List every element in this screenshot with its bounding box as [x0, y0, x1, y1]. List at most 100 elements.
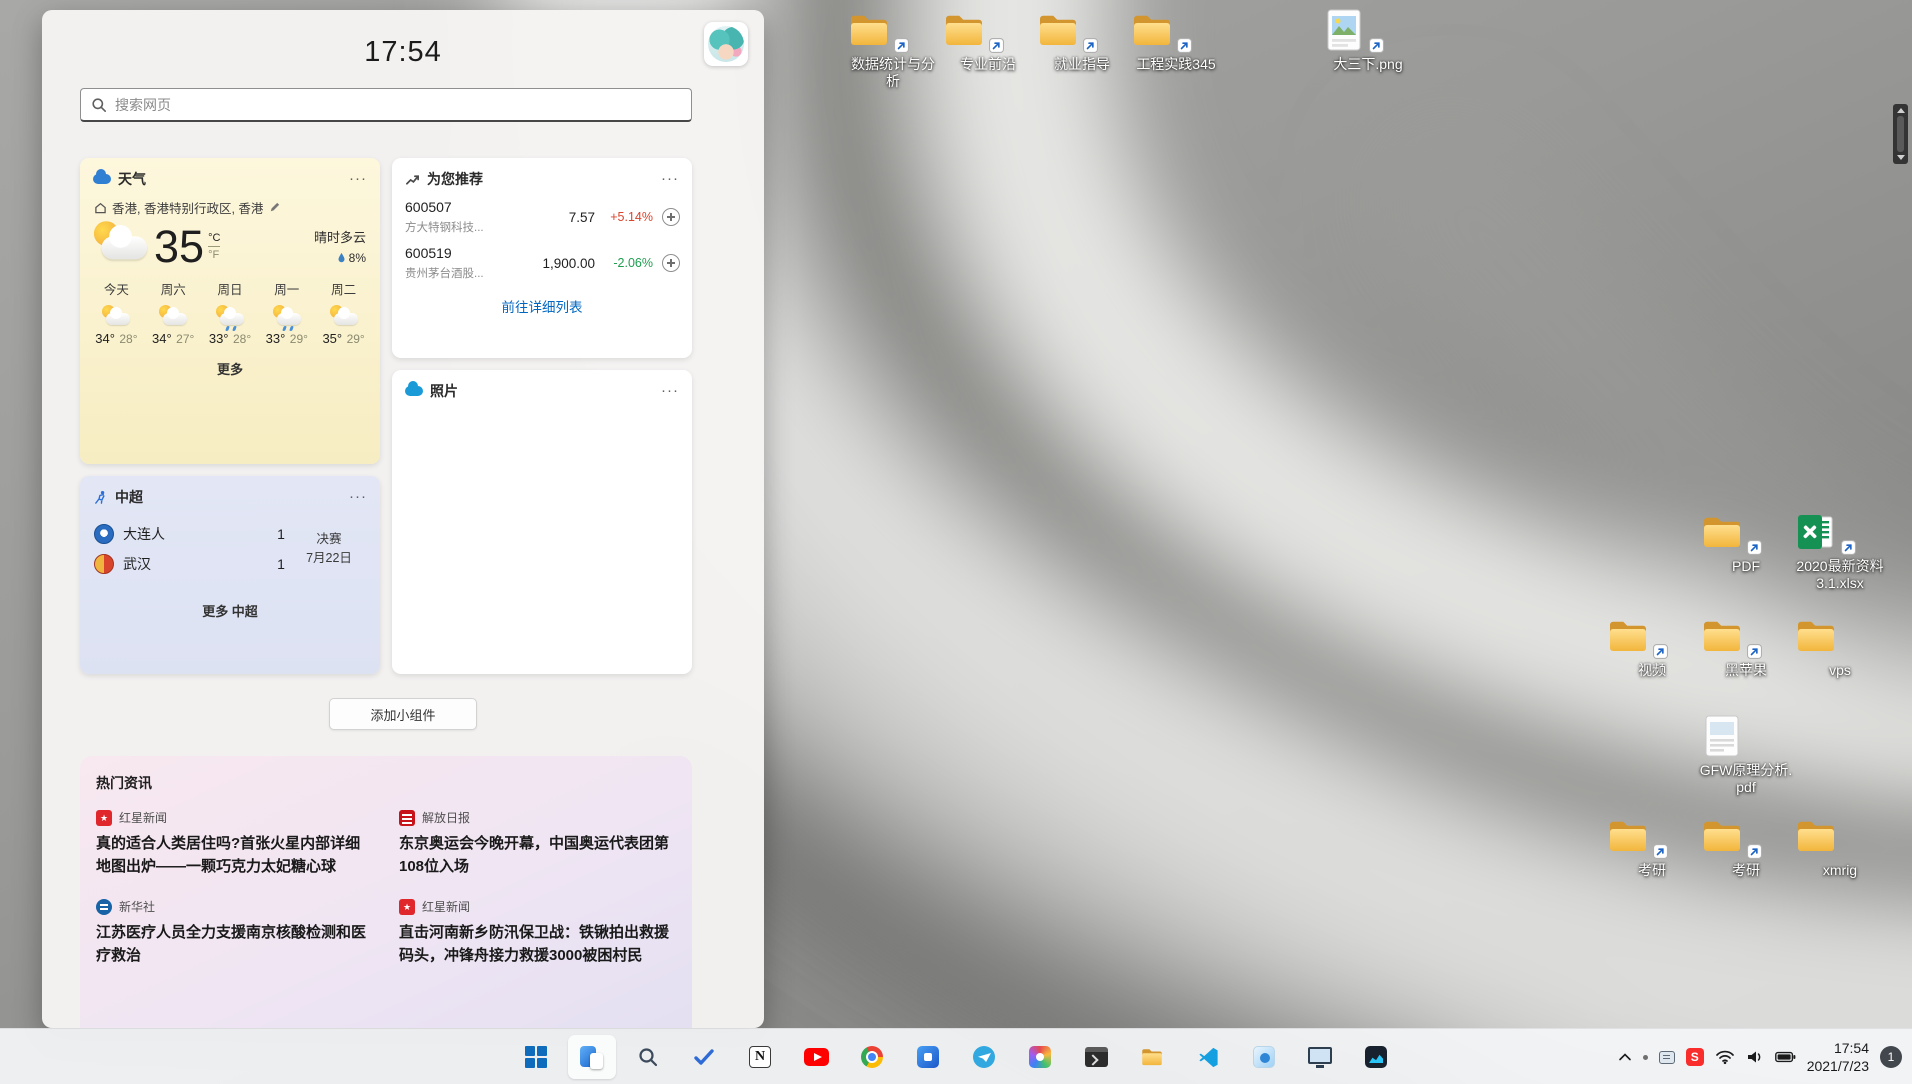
lightblue-app-icon [1253, 1046, 1275, 1068]
desktop-icon-data-statistics-folder[interactable]: 数据统计与分析 [845, 6, 941, 89]
folder-icon [1139, 1044, 1165, 1070]
desktop-icon-kaoyan-folder-1[interactable]: 考研 [1604, 812, 1700, 879]
news-feed: 热门资讯 红星新闻 真的适合人类居住吗?首张火星内部详细地图出炉——一颗巧克力太… [80, 756, 692, 1028]
scroll-down-icon[interactable] [1896, 155, 1905, 160]
add-stock-button[interactable] [662, 208, 680, 226]
desktop-icon-junior-year-image[interactable]: 大三下.png [1320, 6, 1416, 73]
lightblue-app-button[interactable] [1240, 1035, 1288, 1079]
news-headline[interactable]: 直击河南新乡防汛保卫战：铁锹拍出救援码头，冲锋舟接力救援3000被困村民 [399, 922, 676, 967]
widgets-button[interactable] [568, 1035, 616, 1079]
chrome-button[interactable] [848, 1035, 896, 1079]
scroll-up-icon[interactable] [1896, 108, 1905, 113]
weather-title: 天气 [118, 171, 146, 187]
file-explorer-button[interactable] [1128, 1035, 1176, 1079]
photos-widget[interactable]: 照片 ··· [392, 370, 692, 674]
shortcut-arrow-icon [1177, 38, 1192, 53]
unit-celsius[interactable]: °C [208, 232, 221, 247]
weather-widget[interactable]: 天气 ··· 香港, 香港特别行政区, 香港 35 °C °F 晴时多云 8% … [80, 158, 380, 464]
desktop-icon-major-frontier-folder[interactable]: 专业前沿 [940, 6, 1036, 73]
desktop-icon-gfw-pdf-file[interactable]: GFW原理分析.pdf [1698, 712, 1794, 795]
panel-clock: 17:54 [364, 36, 442, 68]
news-headline[interactable]: 东京奥运会今晚开幕，中国奥运代表团第108位入场 [399, 833, 676, 878]
xinhua-logo-icon [96, 898, 112, 915]
notification-badge[interactable]: 1 [1880, 1046, 1902, 1068]
stocks-widget[interactable]: 为您推荐 ··· 600507 方大特钢科技... 7.57 +5.14% 60… [392, 158, 692, 358]
search-input[interactable] [115, 96, 681, 113]
desktop-icon-vps-folder[interactable]: vps [1792, 612, 1888, 679]
telegram-button[interactable] [960, 1035, 1008, 1079]
photos-menu-button[interactable]: ··· [661, 383, 679, 398]
weather-more-link[interactable]: 更多 [80, 359, 380, 378]
news-item[interactable]: 红星新闻 直击河南新乡防汛保卫战：铁锹拍出救援码头，冲锋舟接力救援3000被困村… [399, 898, 676, 967]
taskbar-clock[interactable]: 17:54 2021/7/23 [1807, 1039, 1869, 1075]
desktop-icon-video-folder[interactable]: 视频 [1604, 612, 1700, 679]
icon-label: 大三下.png [1333, 56, 1403, 72]
desktop-icon-kaoyan-folder-2[interactable]: 考研 [1698, 812, 1794, 879]
start-button[interactable] [512, 1035, 560, 1079]
profile-avatar[interactable] [704, 22, 748, 66]
news-headline[interactable]: 真的适合人类居住吗?首张火星内部详细地图出炉——一颗巧克力太妃糖心球 [96, 833, 373, 878]
stock-symbol: 600519 [405, 245, 452, 261]
weather-menu-button[interactable]: ··· [349, 171, 367, 186]
sports-widget[interactable]: 中超 ··· 大连人 武汉 1 1 决赛 7月22日 更多 中超 [80, 476, 380, 674]
desktop-icon-hackintosh-folder[interactable]: 黑苹果 [1698, 612, 1794, 679]
vscode-button[interactable] [1184, 1035, 1232, 1079]
youtube-button[interactable] [792, 1035, 840, 1079]
edge-scrollbar[interactable] [1893, 104, 1908, 164]
widgets-icon [580, 1045, 604, 1069]
edit-pencil-icon[interactable] [268, 201, 281, 214]
partly-sunny-icon [329, 305, 359, 328]
desktop-icon-pdf-folder[interactable]: PDF [1698, 508, 1794, 575]
news-item[interactable]: 红星新闻 真的适合人类居住吗?首张火星内部详细地图出炉——一颗巧克力太妃糖心球 [96, 809, 373, 878]
match-row[interactable]: 大连人 武汉 1 1 决赛 7月22日 [80, 507, 380, 579]
sogou-input-icon[interactable] [1685, 1048, 1704, 1066]
notion-app-button[interactable] [736, 1035, 784, 1079]
desktop-icon-excel-file[interactable]: 2020最新资料3.1.xlsx [1792, 508, 1888, 591]
avatar-image [708, 26, 744, 62]
forecast-day: 今天 34° 28° [95, 283, 138, 346]
folder-icon [1698, 508, 1794, 556]
news-item[interactable]: 新华社 江苏医疗人员全力支援南京核酸检测和医疗救治 [96, 898, 373, 967]
stock-price: 1,900.00 [542, 255, 595, 271]
news-item[interactable]: 解放日报 东京奥运会今晚开幕，中国奥运代表团第108位入场 [399, 809, 676, 878]
scroll-thumb[interactable] [1897, 116, 1904, 152]
tray-hidden-item-icon[interactable] [1642, 1054, 1648, 1060]
team2-score: 1 [277, 556, 285, 572]
shortcut-arrow-icon [1653, 644, 1668, 659]
desktop-icon-career-guidance-folder[interactable]: 就业指导 [1034, 6, 1130, 73]
stocks-menu-button[interactable]: ··· [661, 171, 679, 186]
search-button[interactable] [624, 1035, 672, 1079]
stock-row[interactable]: 600507 方大特钢科技... 7.57 +5.14% [392, 189, 692, 235]
volume-icon[interactable] [1746, 1049, 1764, 1065]
chart-app-button[interactable] [1352, 1035, 1400, 1079]
icon-label: 工程实践345 [1136, 56, 1216, 72]
desktop-icon-xmrig-folder[interactable]: xmrig [1792, 812, 1888, 879]
sports-more-link[interactable]: 更多 中超 [80, 601, 380, 620]
current-temperature: 35 [154, 220, 205, 272]
icon-label: 黑苹果 [1725, 662, 1767, 678]
ime-icon[interactable] [1658, 1050, 1675, 1064]
unit-fahrenheit[interactable]: °F [208, 247, 220, 261]
stock-price: 7.57 [568, 209, 595, 225]
wifi-icon[interactable] [1715, 1049, 1735, 1065]
monitor-app-button[interactable] [1296, 1035, 1344, 1079]
blue-app-button[interactable] [904, 1035, 952, 1079]
add-stock-button[interactable] [662, 254, 680, 272]
checkmark-app-button[interactable] [680, 1035, 728, 1079]
folder-icon [845, 6, 941, 54]
home-icon [95, 202, 106, 213]
add-widgets-button[interactable]: 添加小组件 [329, 698, 477, 730]
terminal-button[interactable] [1072, 1035, 1120, 1079]
colorful-app-icon [1029, 1046, 1051, 1068]
folder-icon [1604, 812, 1700, 860]
desktop-icon-engineering-practice-folder[interactable]: 工程实践345 [1128, 6, 1224, 73]
chevron-up-icon[interactable] [1618, 1052, 1632, 1062]
colorful-app-button[interactable] [1016, 1035, 1064, 1079]
web-search-bar[interactable] [80, 88, 692, 122]
news-headline[interactable]: 江苏医疗人员全力支援南京核酸检测和医疗救治 [96, 922, 373, 967]
sports-menu-button[interactable]: ··· [349, 489, 367, 504]
news-source: 红星新闻 [119, 811, 168, 825]
battery-icon[interactable] [1774, 1049, 1796, 1065]
stocks-detail-link[interactable]: 前往详细列表 [392, 296, 692, 316]
stock-row[interactable]: 600519 贵州茅台酒股... 1,900.00 -2.06% [392, 235, 692, 281]
